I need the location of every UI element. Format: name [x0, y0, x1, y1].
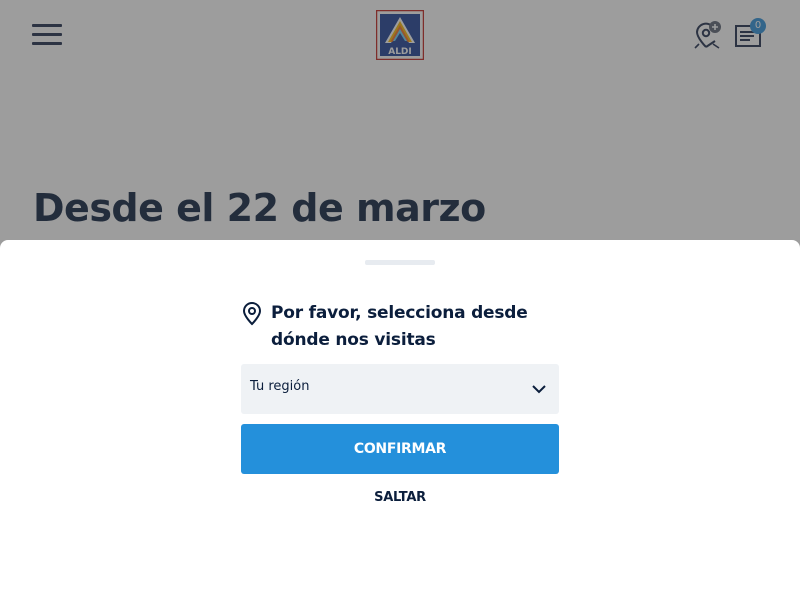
region-select-value: Tu región — [250, 379, 310, 394]
confirm-button[interactable]: CONFIRMAR — [241, 424, 559, 474]
region-select[interactable]: Tu región — [241, 364, 559, 414]
region-prompt-text: Por favor, selecciona desde dónde nos vi… — [271, 303, 528, 350]
location-pin-icon — [241, 302, 263, 326]
region-bottom-sheet: Por favor, selecciona desde dónde nos vi… — [0, 240, 800, 600]
skip-link[interactable]: SALTAR — [340, 490, 460, 510]
chevron-down-icon — [531, 381, 547, 397]
sheet-drag-handle[interactable] — [365, 260, 435, 265]
